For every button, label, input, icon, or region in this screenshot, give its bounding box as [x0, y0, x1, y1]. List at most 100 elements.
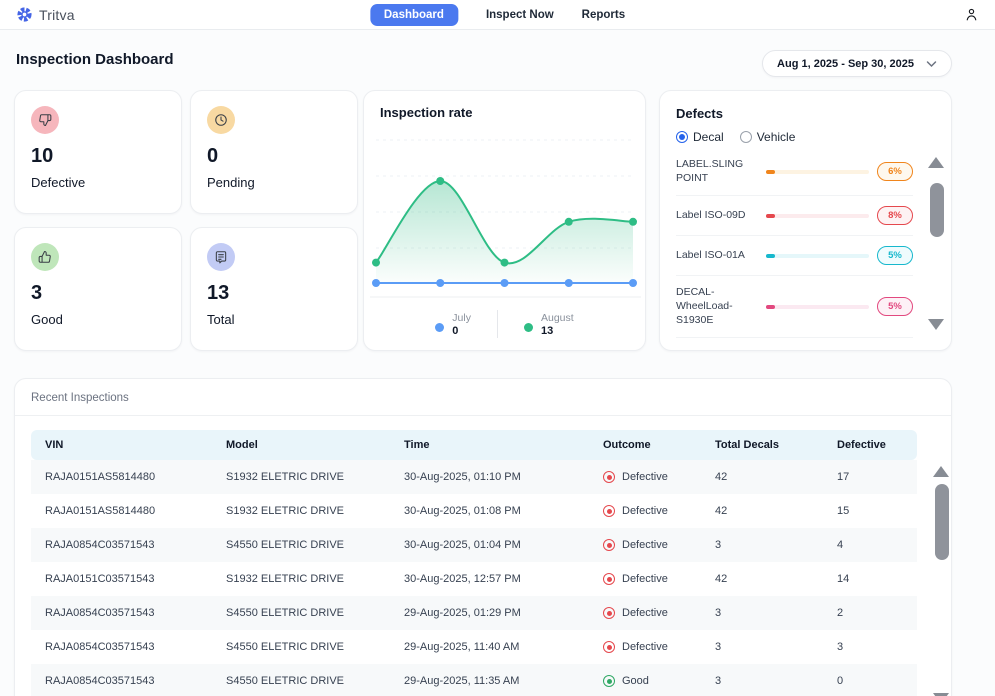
stat-label: Good — [31, 312, 165, 327]
cell-vin: RAJA0854C03571543 — [31, 528, 212, 562]
defect-bar — [766, 305, 869, 309]
july-dot-icon — [435, 323, 444, 332]
chevron-down-icon — [926, 60, 937, 68]
inspection-dashboard-page: Tritva Dashboard Inspect Now Reports Ins… — [0, 0, 995, 696]
stat-value: 13 — [207, 282, 341, 305]
chart-title: Inspection rate — [364, 105, 645, 120]
col-outcome: Outcome — [589, 430, 701, 460]
defect-list: LABEL.SLING POINT 6% Label ISO-09D 8% La… — [676, 148, 935, 338]
report-icon — [207, 243, 235, 271]
inspection-rate-card: Inspection rate July 0 — [363, 90, 646, 351]
cell-vin: RAJA0854C03571543 — [31, 664, 212, 696]
defects-scroll-down-icon[interactable] — [928, 319, 944, 330]
radio-vehicle[interactable]: Vehicle — [740, 130, 796, 144]
defect-item: LABEL.SLING POINT 6% — [676, 148, 913, 196]
top-navbar: Tritva Dashboard Inspect Now Reports — [0, 0, 995, 30]
cell-defective: 15 — [823, 494, 917, 528]
page-title: Inspection Dashboard — [16, 51, 174, 68]
defect-bar — [766, 214, 869, 218]
defect-item: Label ISO-01A 5% — [676, 236, 913, 276]
cell-vin: RAJA0151C03571543 — [31, 562, 212, 596]
stat-card-pending: 0 Pending — [190, 90, 358, 214]
recent-inspections-card: Recent Inspections VIN Model Time Outcom… — [14, 378, 952, 696]
stats-grid: 10 Defective 0 Pending 3 Good — [14, 90, 358, 351]
cell-time: 29-Aug-2025, 11:40 AM — [390, 630, 589, 664]
legend-label: August — [541, 312, 574, 324]
radio-label: Vehicle — [757, 130, 796, 144]
radio-decal[interactable]: Decal — [676, 130, 724, 144]
cell-total-decals: 42 — [701, 562, 823, 596]
table-row[interactable]: RAJA0151AS5814480 S1932 ELETRIC DRIVE 30… — [31, 460, 917, 494]
date-range-picker[interactable]: Aug 1, 2025 - Sep 30, 2025 — [762, 50, 952, 77]
cell-model: S4550 ELETRIC DRIVE — [212, 528, 390, 562]
stat-value: 3 — [31, 282, 165, 305]
table-row[interactable]: RAJA0151C03571543 S1932 ELETRIC DRIVE 30… — [31, 562, 917, 596]
brand: Tritva — [16, 6, 75, 23]
defect-label: Label ISO-09D — [676, 209, 758, 223]
defects-card: Defects Decal Vehicle LABEL.SLING POINT … — [659, 90, 952, 351]
defects-scrollbar-thumb[interactable] — [930, 183, 944, 237]
status-dot-icon — [603, 471, 615, 483]
stat-label: Pending — [207, 175, 341, 190]
cell-total-decals: 3 — [701, 630, 823, 664]
defects-filter: Decal Vehicle — [676, 130, 935, 144]
status-dot-icon — [603, 573, 615, 585]
table-row[interactable]: RAJA0854C03571543 S4550 ELETRIC DRIVE 30… — [31, 528, 917, 562]
table-row[interactable]: RAJA0854C03571543 S4550 ELETRIC DRIVE 29… — [31, 596, 917, 630]
status-dot-icon — [603, 539, 615, 551]
defect-pct-badge: 5% — [877, 246, 913, 265]
defect-pct-badge: 5% — [877, 297, 913, 316]
august-dot-icon — [524, 323, 533, 332]
cell-time: 29-Aug-2025, 11:35 AM — [390, 664, 589, 696]
outcome-badge: Defective — [603, 471, 701, 483]
user-menu-button[interactable] — [964, 7, 979, 22]
cell-total-decals: 42 — [701, 460, 823, 494]
cell-defective: 0 — [823, 664, 917, 696]
clock-icon — [207, 106, 235, 134]
col-model: Model — [212, 430, 390, 460]
stat-label: Defective — [31, 175, 165, 190]
tab-reports[interactable]: Reports — [582, 9, 625, 21]
legend-item-august: August 13 — [524, 312, 574, 337]
table-title: Recent Inspections — [15, 379, 951, 416]
cell-vin: RAJA0151AS5814480 — [31, 460, 212, 494]
table-scrollbar-thumb[interactable] — [935, 484, 949, 560]
outcome-badge: Defective — [603, 607, 701, 619]
legend-item-july: July 0 — [435, 312, 471, 337]
cell-defective: 2 — [823, 596, 917, 630]
user-icon — [964, 7, 979, 22]
cell-model: S1932 ELETRIC DRIVE — [212, 460, 390, 494]
col-total-decals: Total Decals — [701, 430, 823, 460]
table-row[interactable]: RAJA0151AS5814480 S1932 ELETRIC DRIVE 30… — [31, 494, 917, 528]
inspections-table: VIN Model Time Outcome Total Decals Defe… — [31, 430, 917, 696]
cell-time: 30-Aug-2025, 12:57 PM — [390, 562, 589, 596]
tab-dashboard[interactable]: Dashboard — [370, 4, 458, 26]
defects-scroll-up-icon[interactable] — [928, 157, 944, 168]
outcome-badge: Defective — [603, 573, 701, 585]
outcome-badge: Defective — [603, 641, 701, 653]
table-header-row: VIN Model Time Outcome Total Decals Defe… — [31, 430, 917, 460]
defect-pct-badge: 8% — [877, 206, 913, 225]
main-nav: Dashboard Inspect Now Reports — [370, 0, 625, 30]
status-dot-icon — [603, 641, 615, 653]
status-dot-icon — [603, 675, 615, 687]
radio-label: Decal — [693, 130, 724, 144]
table-row[interactable]: RAJA0854C03571543 S4550 ELETRIC DRIVE 29… — [31, 630, 917, 664]
defect-bar — [766, 170, 869, 174]
cell-total-decals: 3 — [701, 596, 823, 630]
status-dot-icon — [603, 505, 615, 517]
brand-name: Tritva — [39, 7, 75, 23]
legend-total: 0 — [452, 325, 471, 337]
table-row[interactable]: RAJA0854C03571543 S4550 ELETRIC DRIVE 29… — [31, 664, 917, 696]
legend-label: July — [452, 312, 471, 324]
stat-card-good: 3 Good — [14, 227, 182, 351]
cell-model: S4550 ELETRIC DRIVE — [212, 630, 390, 664]
tab-inspect-now[interactable]: Inspect Now — [486, 9, 554, 21]
stat-card-defective: 10 Defective — [14, 90, 182, 214]
cell-model: S1932 ELETRIC DRIVE — [212, 494, 390, 528]
stat-value: 0 — [207, 145, 341, 168]
radio-unselected-icon — [740, 131, 752, 143]
cell-time: 30-Aug-2025, 01:04 PM — [390, 528, 589, 562]
cell-model: S4550 ELETRIC DRIVE — [212, 664, 390, 696]
table-scroll-up-icon[interactable] — [933, 466, 949, 477]
